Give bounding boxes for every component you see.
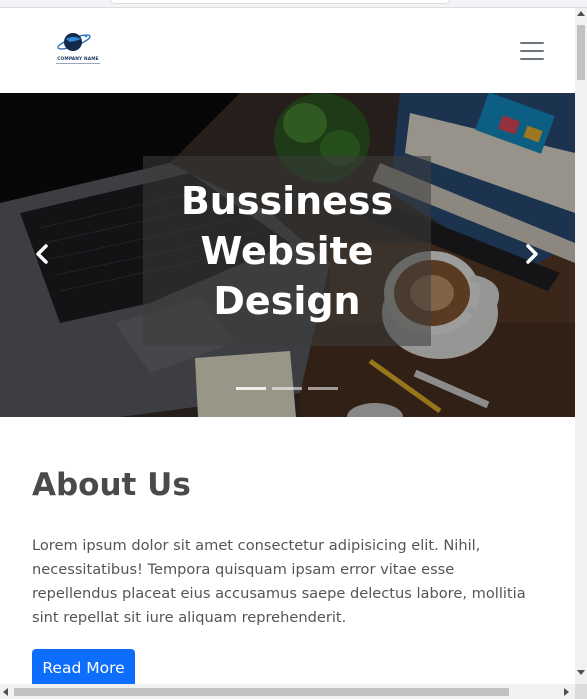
carousel-caption: Bussiness Website Design (143, 156, 431, 346)
about-section: About Us Lorem ipsum dolor sit amet cons… (0, 417, 575, 684)
chevron-left-icon (36, 244, 48, 264)
logo-text: COMPANY NAME (57, 57, 99, 62)
scroll-down-arrow-icon[interactable] (577, 670, 585, 675)
carousel-prev-button[interactable] (27, 239, 57, 269)
browser-top-bar (0, 0, 587, 8)
carousel-indicator-2[interactable] (272, 387, 302, 390)
vertical-scrollbar-thumb[interactable] (577, 25, 585, 80)
navbar-toggler-button[interactable] (509, 34, 555, 70)
hero-carousel: Bussiness Website Design (0, 93, 575, 417)
hamburger-menu-icon-bar (520, 58, 544, 60)
scrollbar-corner (575, 684, 587, 699)
hamburger-menu-icon-bar (520, 50, 544, 52)
carousel-indicator-1[interactable] (236, 387, 266, 390)
globe-logo-icon (57, 33, 91, 51)
chevron-right-icon (526, 244, 538, 264)
hero-title: Bussiness Website Design (180, 179, 394, 323)
read-more-button[interactable]: Read More (32, 649, 135, 684)
scroll-up-arrow-icon[interactable] (577, 11, 585, 16)
navbar: COMPANY NAME (0, 8, 575, 93)
page-viewport: COMPANY NAME Bussiness Website Design Ab… (0, 8, 575, 684)
horizontal-scrollbar[interactable] (0, 684, 587, 699)
logo-tagline-line (56, 63, 100, 64)
vertical-scrollbar[interactable] (575, 8, 587, 684)
about-body-text: Lorem ipsum dolor sit amet consectetur a… (32, 537, 526, 626)
about-heading: About Us (32, 467, 191, 503)
company-logo[interactable]: COMPANY NAME (48, 30, 108, 70)
horizontal-scrollbar-thumb[interactable] (14, 688, 509, 696)
carousel-next-button[interactable] (517, 239, 547, 269)
address-bar-edge (110, 0, 450, 4)
scroll-left-arrow-icon[interactable] (3, 688, 8, 696)
hamburger-menu-icon (520, 42, 544, 44)
carousel-indicator-3[interactable] (308, 387, 338, 390)
carousel-indicators (236, 387, 338, 391)
scroll-right-arrow-icon[interactable] (564, 688, 569, 696)
